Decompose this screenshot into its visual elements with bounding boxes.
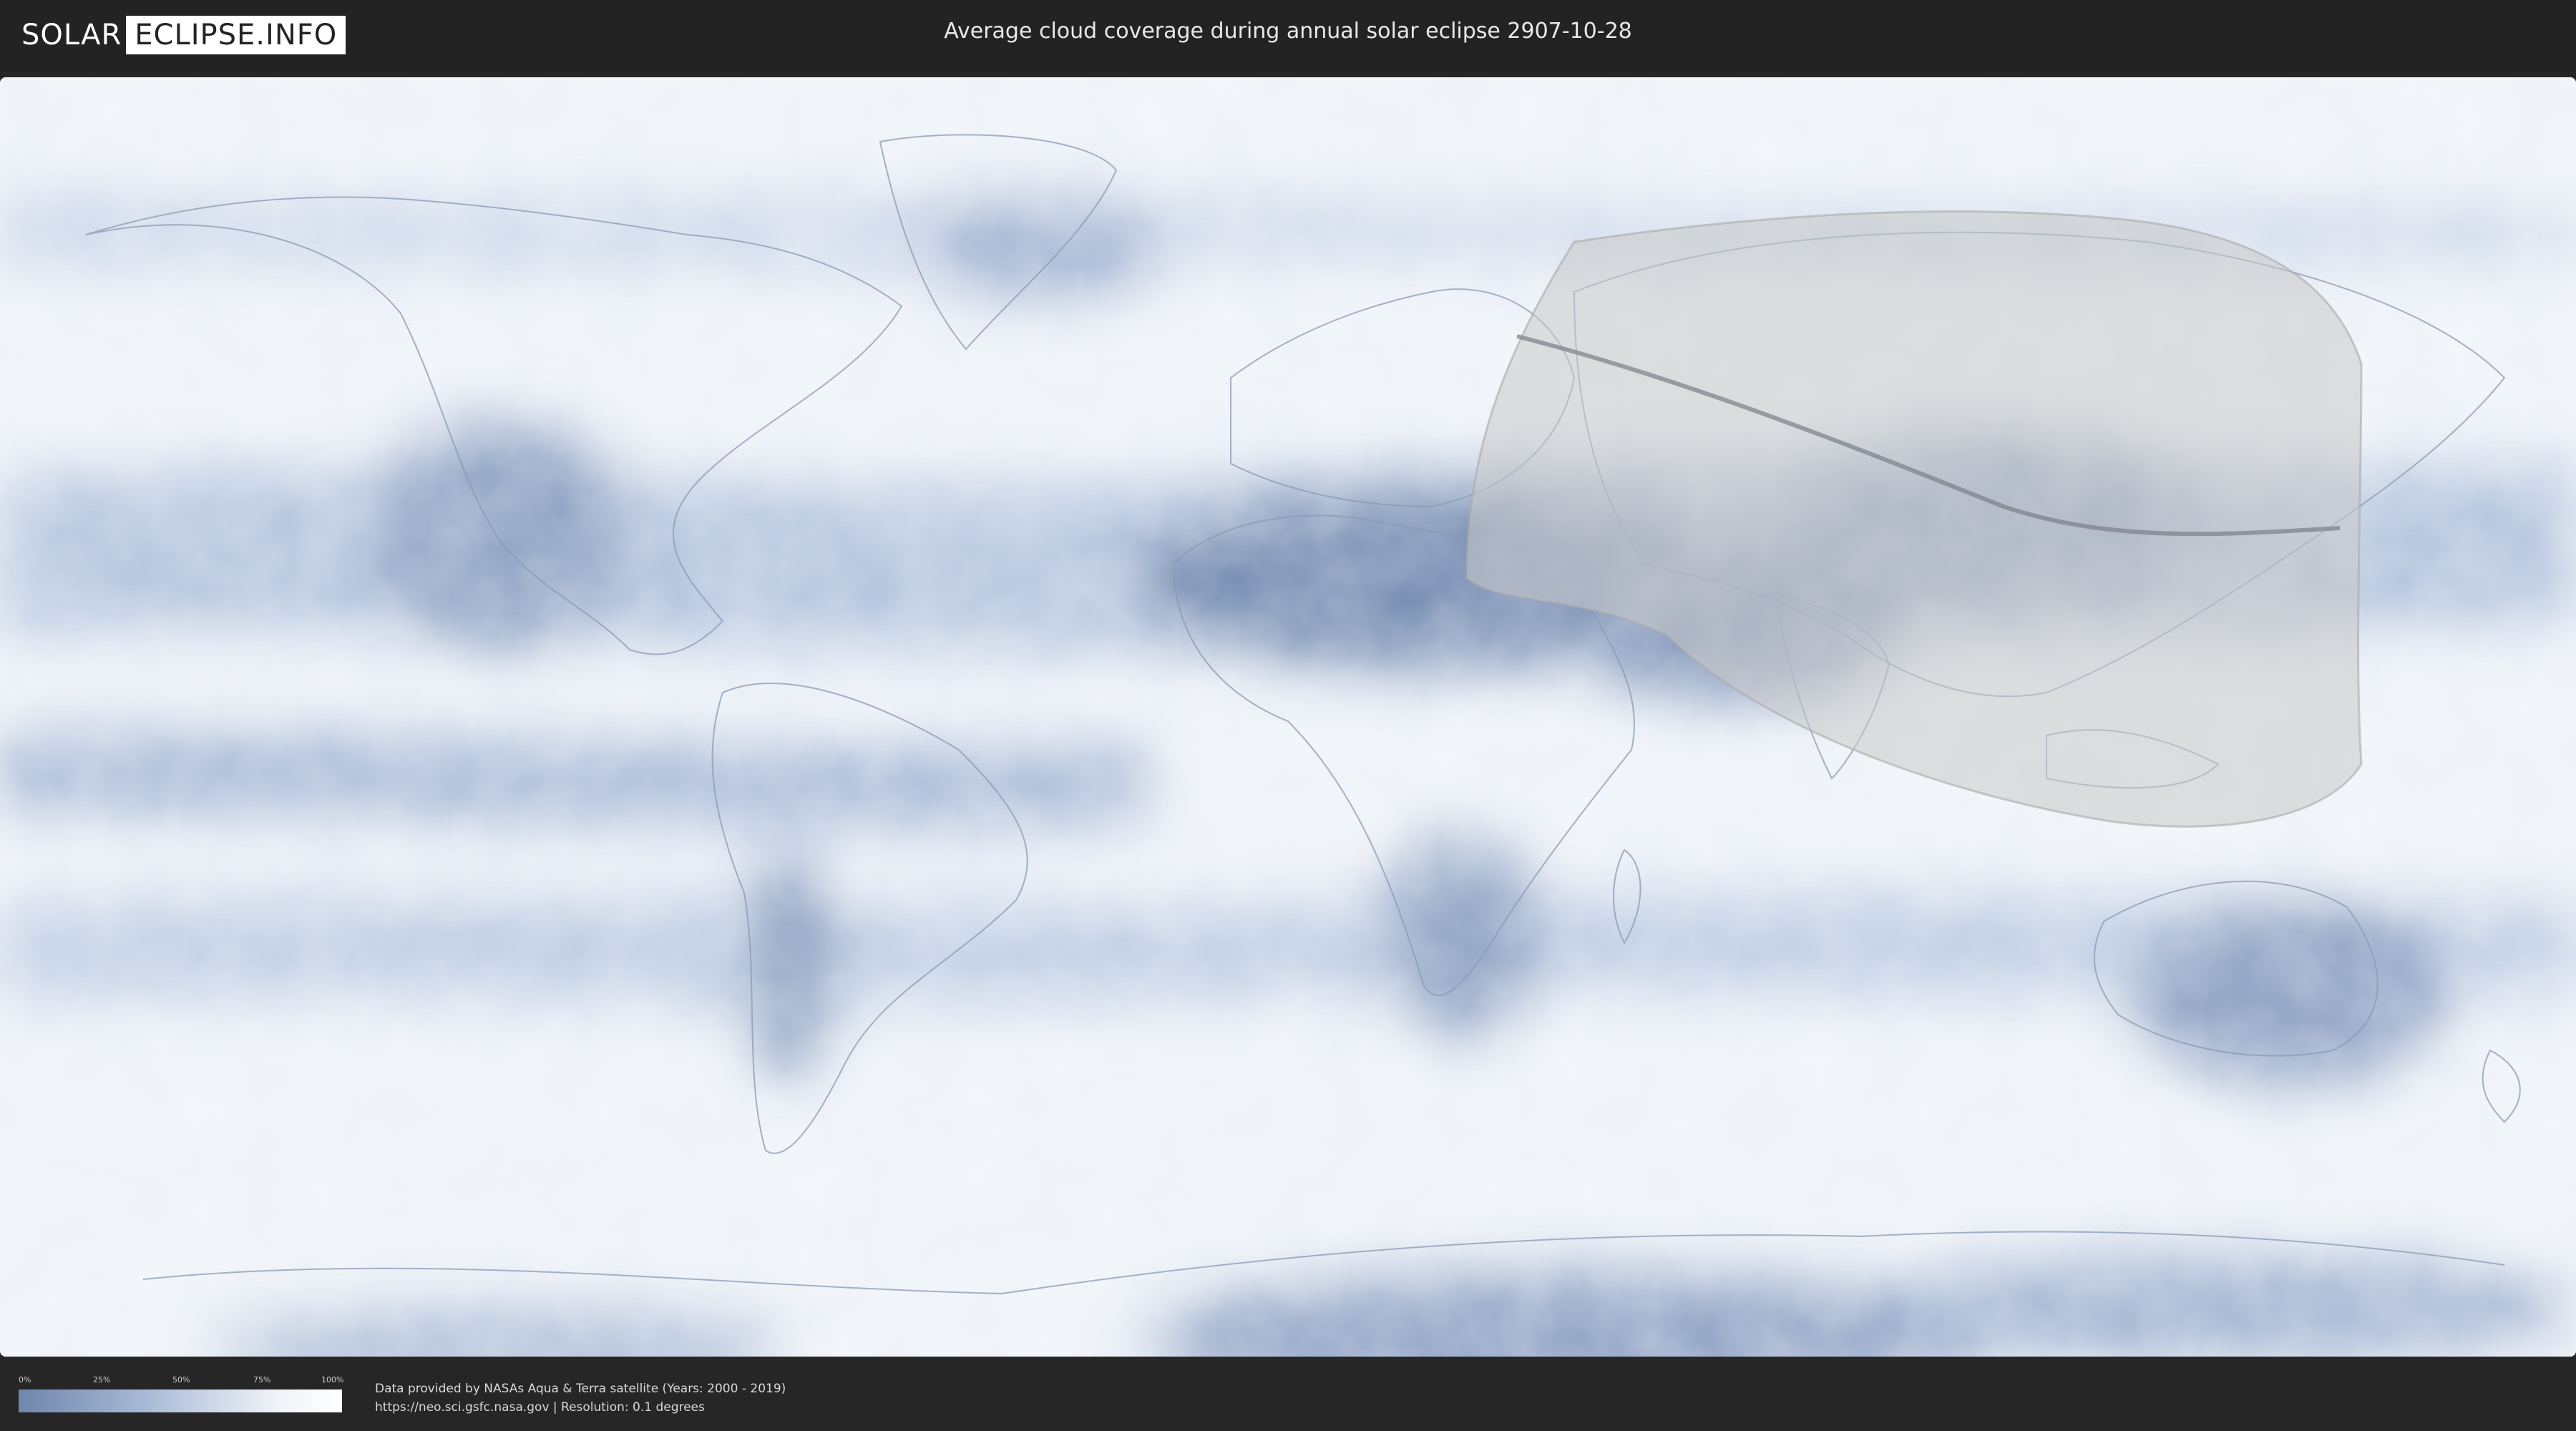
legend-tick-100: 100% [321, 1375, 344, 1384]
credit-line-2[interactable]: https://neo.sci.gsfc.nasa.gov | Resoluti… [375, 1398, 786, 1417]
footer-bar: 0% 25% 50% 75% 100% Data provided by NAS… [0, 1359, 2576, 1431]
cloud-coverage-map[interactable] [0, 77, 2576, 1357]
credit-line-1: Data provided by NASAs Aqua & Terra sate… [375, 1382, 786, 1396]
legend-gradient-bar [19, 1390, 342, 1412]
header-bar: SOLAR ECLIPSE.INFO Average cloud coverag… [0, 0, 2576, 72]
legend-tick-25: 25% [93, 1375, 111, 1384]
legend-tick-50: 50% [172, 1375, 190, 1384]
legend-tick-75: 75% [253, 1375, 271, 1384]
page-title: Average cloud coverage during annual sol… [944, 19, 1632, 44]
cloud-coverage-legend: 0% 25% 50% 75% 100% [19, 1375, 344, 1415]
data-credits: Data provided by NASAs Aqua & Terra sate… [375, 1379, 786, 1417]
legend-tick-0: 0% [19, 1375, 31, 1384]
world-map-svg [0, 77, 2576, 1357]
